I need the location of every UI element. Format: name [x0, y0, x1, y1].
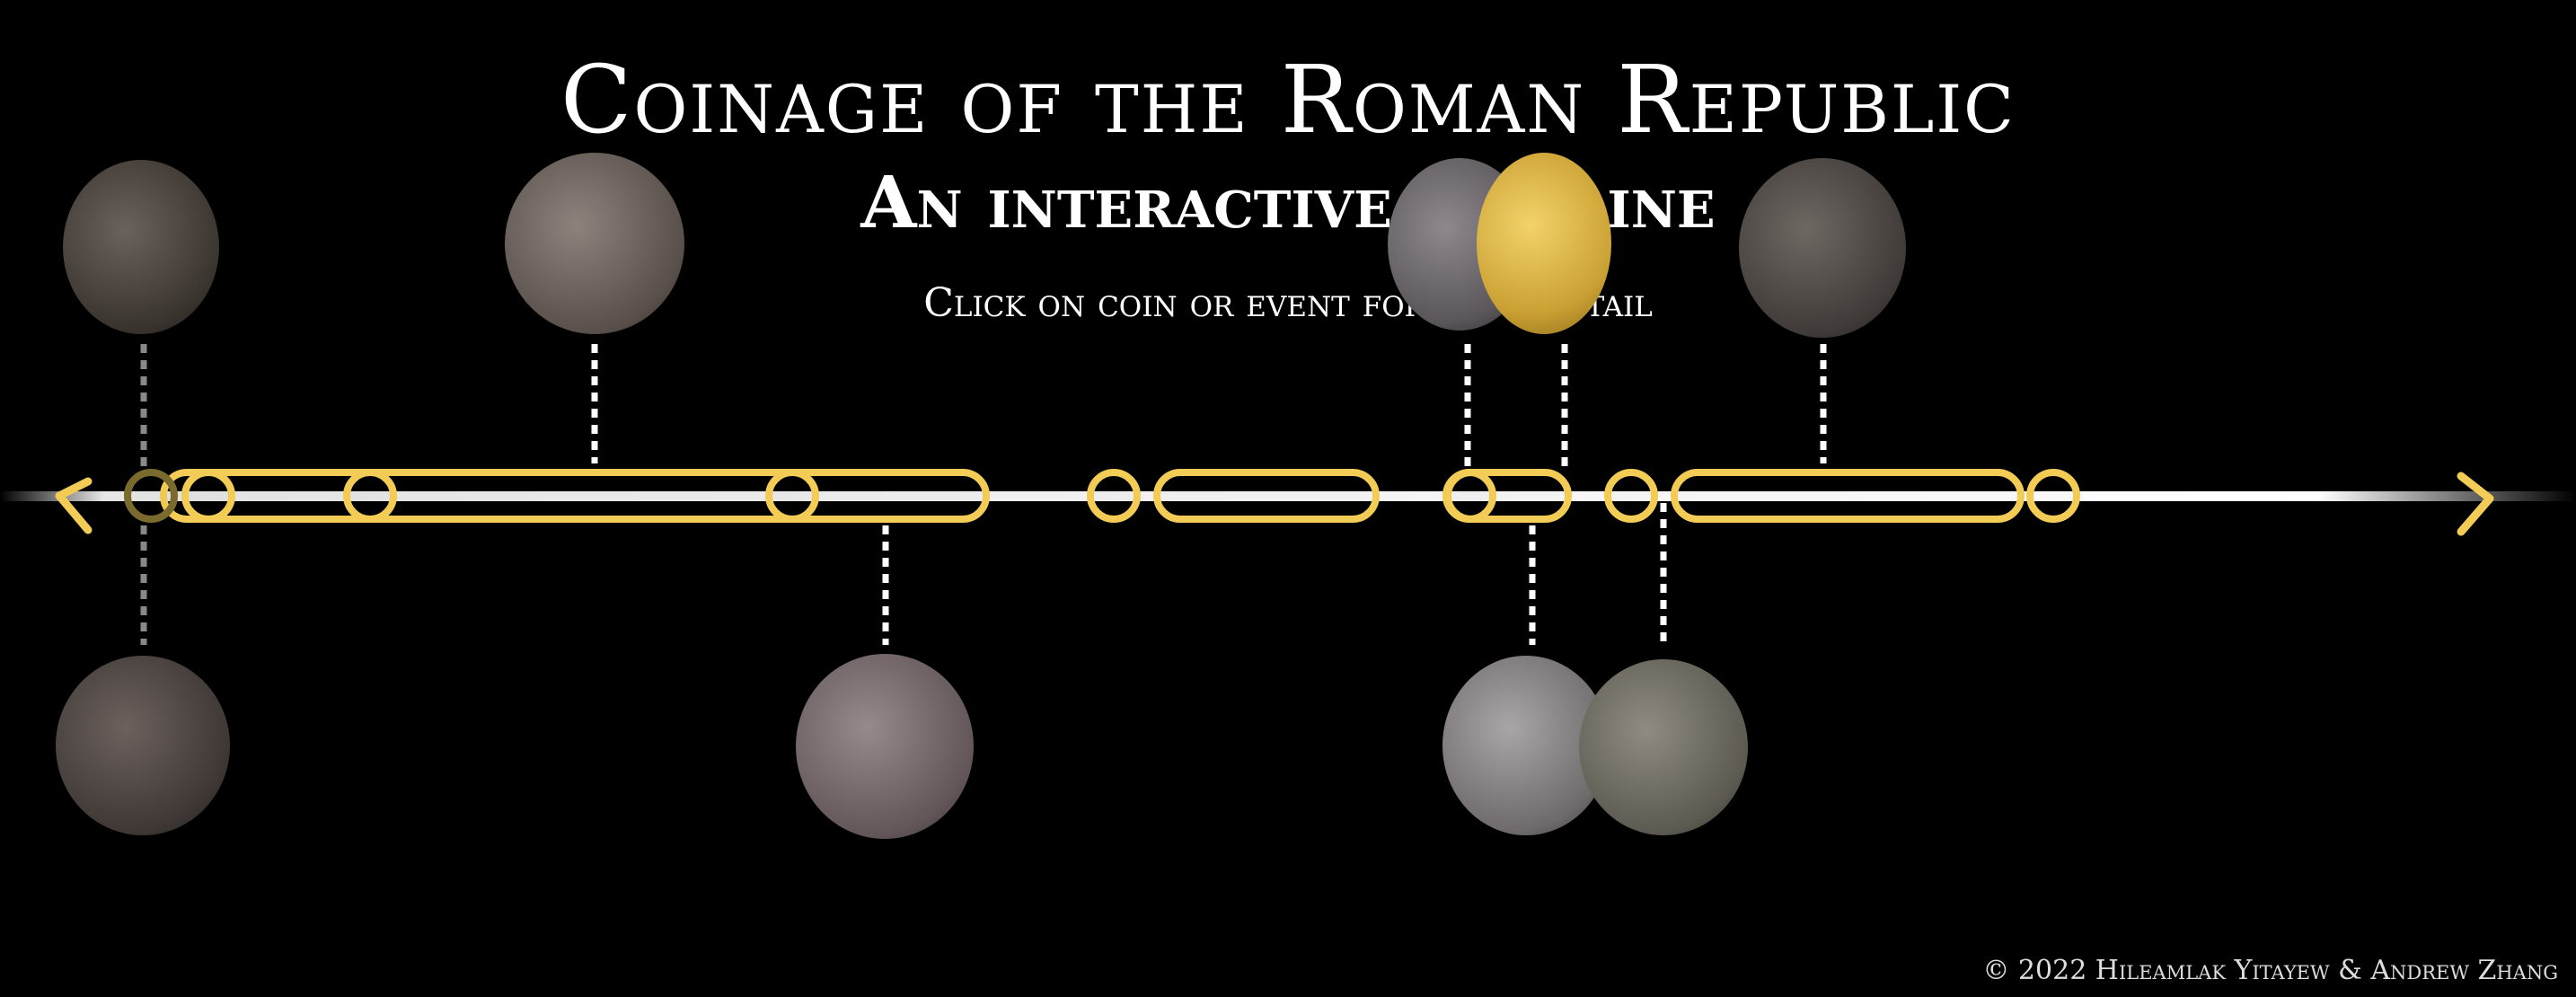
previous-arrow-icon[interactable] [55, 477, 93, 534]
event-marker[interactable] [1604, 469, 1658, 523]
event-marker[interactable] [343, 469, 397, 523]
event-marker[interactable] [1087, 469, 1141, 523]
timeline [0, 344, 2576, 645]
event-marker[interactable] [765, 469, 819, 523]
period-event[interactable] [160, 469, 990, 523]
event-marker[interactable] [1442, 469, 1496, 523]
connectors-top [140, 344, 1827, 476]
connectors-bottom [140, 503, 1667, 645]
period-event[interactable] [1153, 469, 1380, 523]
event-marker[interactable] [181, 469, 235, 523]
next-arrow-icon[interactable] [2457, 472, 2494, 536]
coin-gold-aureus-icon[interactable] [1477, 153, 1611, 334]
event-marker[interactable] [124, 469, 178, 523]
event-marker[interactable] [2026, 469, 2080, 523]
period-event[interactable] [1671, 469, 2025, 523]
